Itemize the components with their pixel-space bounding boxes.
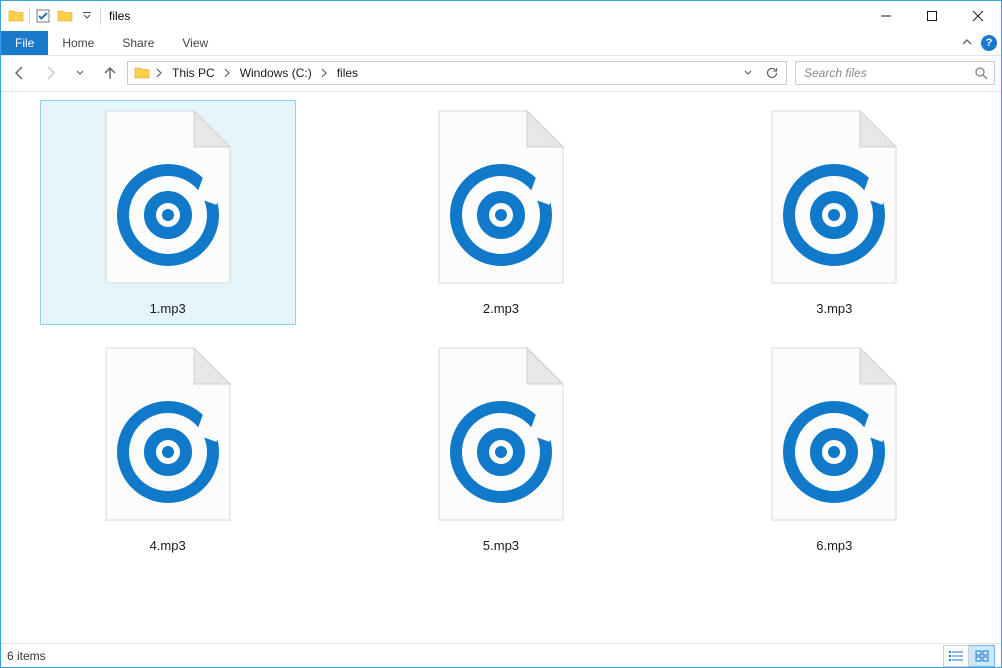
refresh-icon[interactable]: [760, 62, 784, 84]
view-details-button[interactable]: [943, 645, 969, 667]
file-item[interactable]: 2.mp3: [373, 100, 629, 325]
file-label: 6.mp3: [816, 538, 852, 553]
window-controls: [863, 1, 1001, 31]
ribbon-tab-view[interactable]: View: [168, 31, 222, 55]
nav-back-button[interactable]: [7, 60, 33, 86]
maximize-button[interactable]: [909, 1, 955, 31]
qat-newfolder-icon[interactable]: [54, 5, 76, 27]
ribbon-collapse-icon[interactable]: [961, 36, 973, 51]
minimize-button[interactable]: [863, 1, 909, 31]
nav-recent-dropdown[interactable]: [67, 60, 93, 86]
item-grid: 1.mp3 2.mp3 3.mp3: [1, 92, 1001, 578]
audio-file-icon: [764, 107, 904, 287]
ribbon-file-tab[interactable]: File: [1, 31, 48, 55]
breadcrumb-chevron-icon[interactable]: [220, 68, 234, 78]
app-folder-icon: [5, 5, 27, 27]
ribbon-tab-share[interactable]: Share: [108, 31, 168, 55]
help-icon[interactable]: ?: [981, 35, 997, 51]
search-box[interactable]: [795, 61, 995, 85]
address-history-dropdown-icon[interactable]: [736, 62, 760, 84]
address-bar[interactable]: This PC Windows (C:) files: [127, 61, 787, 85]
qat-separator-2: [100, 7, 101, 25]
breadcrumb-chevron-icon[interactable]: [317, 68, 331, 78]
audio-file-icon: [98, 107, 238, 287]
nav-up-button[interactable]: [97, 60, 123, 86]
file-label: 3.mp3: [816, 301, 852, 316]
qat-properties-icon[interactable]: [32, 5, 54, 27]
audio-file-icon: [431, 107, 571, 287]
nav-forward-button[interactable]: [37, 60, 63, 86]
audio-file-icon: [98, 344, 238, 524]
file-item[interactable]: 4.mp3: [40, 337, 296, 562]
address-folder-icon[interactable]: [130, 62, 152, 84]
window-title: files: [109, 9, 130, 23]
file-item[interactable]: 5.mp3: [373, 337, 629, 562]
file-label: 1.mp3: [150, 301, 186, 316]
file-item[interactable]: 3.mp3: [706, 100, 962, 325]
qat-customize-dropdown-icon[interactable]: [76, 5, 98, 27]
status-item-count: 6 items: [7, 649, 46, 663]
breadcrumb-folder[interactable]: files: [331, 62, 363, 84]
breadcrumb-chevron-icon[interactable]: [152, 68, 166, 78]
view-largeicons-button[interactable]: [969, 645, 995, 667]
quick-access-toolbar: [1, 1, 103, 31]
breadcrumb-this-pc[interactable]: This PC: [166, 62, 220, 84]
audio-file-icon: [431, 344, 571, 524]
file-item[interactable]: 1.mp3: [40, 100, 296, 325]
breadcrumb-drive[interactable]: Windows (C:): [234, 62, 317, 84]
nav-row: This PC Windows (C:) files: [1, 56, 1001, 92]
title-bar: files: [1, 1, 1001, 31]
close-button[interactable]: [955, 1, 1001, 31]
search-input[interactable]: [802, 65, 974, 81]
status-bar: 6 items: [1, 643, 1001, 667]
content-area[interactable]: 1.mp3 2.mp3 3.mp3: [1, 92, 1001, 643]
audio-file-icon: [764, 344, 904, 524]
search-icon: [974, 66, 988, 80]
ribbon-tabs: File Home Share View ?: [1, 31, 1001, 56]
file-label: 2.mp3: [483, 301, 519, 316]
qat-separator: [29, 7, 30, 25]
file-item[interactable]: 6.mp3: [706, 337, 962, 562]
ribbon-tab-home[interactable]: Home: [48, 31, 108, 55]
file-label: 4.mp3: [150, 538, 186, 553]
file-label: 5.mp3: [483, 538, 519, 553]
